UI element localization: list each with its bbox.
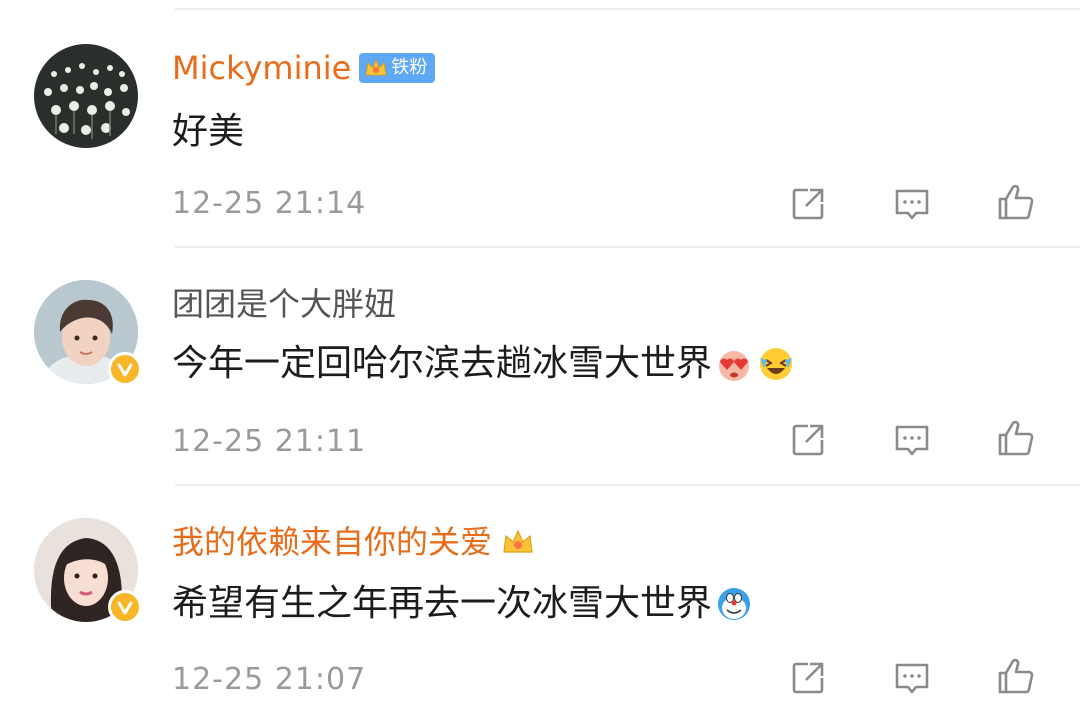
reply-button[interactable] xyxy=(890,656,934,700)
share-icon xyxy=(792,662,824,694)
avatar[interactable] xyxy=(34,518,142,624)
reply-icon xyxy=(895,189,929,220)
name-row: 团团是个大胖妞 xyxy=(172,282,396,326)
timestamp: 12-25 21:14 xyxy=(172,186,367,221)
reply-button[interactable] xyxy=(890,182,934,226)
comment-text: 好美 xyxy=(172,108,244,156)
comment-text-content: 好美 xyxy=(172,111,245,152)
share-icon xyxy=(792,188,824,220)
avatar[interactable] xyxy=(34,44,138,148)
reply-button[interactable] xyxy=(890,418,934,462)
avatar[interactable] xyxy=(34,280,142,386)
verified-icon xyxy=(108,590,142,624)
fan-badge[interactable]: 铁粉 xyxy=(359,53,436,83)
like-button[interactable] xyxy=(994,654,1038,698)
comment-text-content: 希望有生之年再去一次冰雪大世界 xyxy=(172,583,713,624)
comment-item: Mickyminie 铁粉 好美 12-25 21:14 xyxy=(0,10,1080,248)
name-row: 我的依赖来自你的关爱 xyxy=(172,520,536,564)
share-button[interactable] xyxy=(786,182,830,226)
comment-text-content: 今年一定回哈尔滨去趟冰雪大世界 xyxy=(172,343,713,384)
crying-laughing-emoji xyxy=(754,344,796,384)
heart-eyes-emoji xyxy=(712,344,754,384)
like-icon xyxy=(998,184,1034,220)
name-row: Mickyminie 铁粉 xyxy=(172,46,436,90)
comment-text: 今年一定回哈尔滨去趟冰雪大世界 xyxy=(172,340,796,388)
share-button[interactable] xyxy=(786,418,830,462)
share-button[interactable] xyxy=(786,656,830,700)
username[interactable]: Mickyminie xyxy=(172,46,351,90)
like-button[interactable] xyxy=(994,416,1038,460)
timestamp: 12-25 21:11 xyxy=(172,424,367,459)
avatar-image xyxy=(34,44,138,148)
username[interactable]: 团团是个大胖妞 xyxy=(172,282,396,326)
like-icon xyxy=(998,658,1034,694)
comment-item: 我的依赖来自你的关爱 希望有生之年再去一次冰雪大世界 12-25 21:07 xyxy=(0,486,1080,704)
reply-icon xyxy=(895,425,929,456)
reply-icon xyxy=(895,663,929,694)
share-icon xyxy=(792,424,824,456)
doraemon-emoji xyxy=(712,584,754,624)
comment-list: Mickyminie 铁粉 好美 12-25 21:14 团团是个大胖妞 今年一… xyxy=(0,0,1080,704)
crown-icon xyxy=(500,524,536,560)
like-button[interactable] xyxy=(994,180,1038,224)
username[interactable]: 我的依赖来自你的关爱 xyxy=(172,520,492,564)
verified-icon xyxy=(108,352,142,386)
fan-badge-label: 铁粉 xyxy=(391,57,428,78)
comment-text: 希望有生之年再去一次冰雪大世界 xyxy=(172,580,754,628)
timestamp: 12-25 21:07 xyxy=(172,662,367,697)
comment-item: 团团是个大胖妞 今年一定回哈尔滨去趟冰雪大世界 12-25 21:11 xyxy=(0,248,1080,486)
crown-icon xyxy=(363,55,389,81)
like-icon xyxy=(998,420,1034,456)
